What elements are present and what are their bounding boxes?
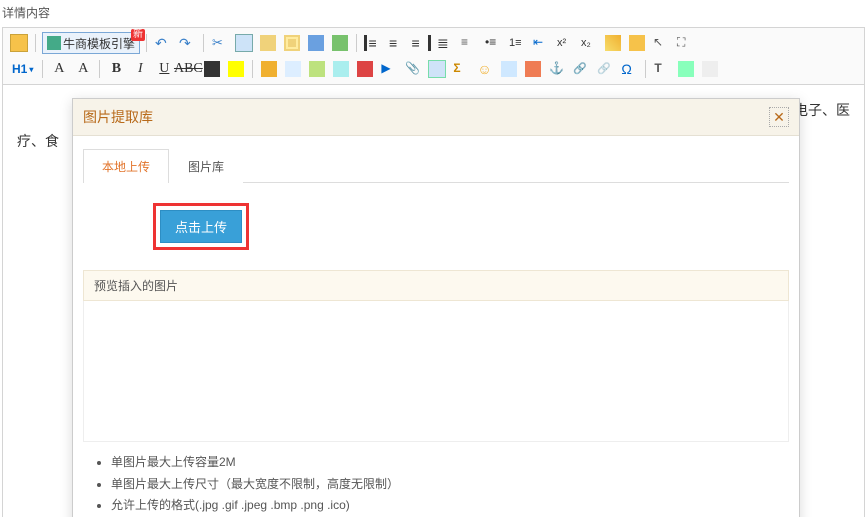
- font-size-icon[interactable]: A: [72, 58, 94, 80]
- template-icon: [47, 36, 61, 50]
- font-color-icon[interactable]: [201, 58, 223, 80]
- align-justify-icon[interactable]: [434, 32, 456, 54]
- cloud2-icon[interactable]: [282, 58, 304, 80]
- image2-icon[interactable]: [306, 58, 328, 80]
- link-icon[interactable]: [570, 58, 592, 80]
- paste-icon[interactable]: [257, 32, 279, 54]
- align-center-icon[interactable]: [386, 32, 408, 54]
- preview-area: [83, 301, 789, 442]
- italic-icon[interactable]: I: [129, 58, 151, 80]
- section-label: 详情内容: [0, 0, 867, 27]
- copy-icon[interactable]: [233, 32, 255, 54]
- ordered-list-icon[interactable]: [506, 32, 528, 54]
- preview-header: 预览插入的图片: [83, 270, 789, 301]
- baidu-map-icon[interactable]: [498, 58, 520, 80]
- upload-button[interactable]: 点击上传: [160, 210, 242, 243]
- align-left-icon[interactable]: [362, 32, 384, 54]
- outdent-icon[interactable]: [530, 32, 552, 54]
- tab-local-upload[interactable]: 本地上传: [83, 149, 169, 183]
- align-right-icon[interactable]: [410, 32, 432, 54]
- fullscreen-icon[interactable]: [674, 32, 696, 54]
- help-icon[interactable]: [699, 58, 721, 80]
- bold-icon[interactable]: B: [105, 58, 127, 80]
- redo-icon[interactable]: [176, 32, 198, 54]
- undo-icon[interactable]: [152, 32, 174, 54]
- unordered-list-icon[interactable]: [482, 32, 504, 54]
- template-label: 牛商模板引擎: [63, 35, 135, 52]
- media-icon[interactable]: [378, 58, 400, 80]
- clear-format-icon[interactable]: [602, 32, 624, 54]
- anchor-icon[interactable]: [546, 58, 568, 80]
- screenshot-icon[interactable]: [675, 58, 697, 80]
- tip-item: 单图片最大上传尺寸（最大宽度不限制，高度无限制）: [111, 474, 785, 496]
- table-icon[interactable]: [426, 58, 448, 80]
- quick-format-icon[interactable]: [626, 32, 648, 54]
- upload-highlight: 点击上传: [153, 203, 249, 250]
- line-height-icon[interactable]: [458, 32, 480, 54]
- cloud-image-icon[interactable]: [258, 58, 280, 80]
- tip-item: 单图片最大上传容量2M: [111, 452, 785, 474]
- tab-image-library[interactable]: 图片库: [169, 149, 243, 183]
- image-library-dialog: 图片提取库 ✕ 本地上传 图片库 点击上传 预览插入的图片 单图片最大上传容量2…: [72, 98, 800, 517]
- strike-icon[interactable]: ABC: [177, 58, 199, 80]
- heading-dropdown[interactable]: H1▾: [8, 58, 37, 80]
- font-family-icon[interactable]: A: [48, 58, 70, 80]
- google-map-icon[interactable]: [522, 58, 544, 80]
- upload-tips: 单图片最大上传容量2M 单图片最大上传尺寸（最大宽度不限制，高度无限制） 允许上…: [83, 442, 789, 517]
- attachment-icon[interactable]: [402, 58, 424, 80]
- emoji-icon[interactable]: [474, 58, 496, 80]
- special-char-icon[interactable]: [618, 58, 640, 80]
- select-all-icon[interactable]: [650, 32, 672, 54]
- paste-text-icon[interactable]: [281, 32, 303, 54]
- back-color-icon[interactable]: [225, 58, 247, 80]
- close-icon[interactable]: ✕: [769, 107, 789, 127]
- template-engine-button[interactable]: 牛商模板引擎 新: [42, 32, 140, 54]
- cut-icon[interactable]: [209, 32, 231, 54]
- superscript-icon[interactable]: [554, 32, 576, 54]
- multi-image-icon[interactable]: [330, 58, 352, 80]
- dialog-tabs: 本地上传 图片库: [83, 148, 789, 183]
- flash-icon[interactable]: [354, 58, 376, 80]
- sum-icon[interactable]: [450, 58, 472, 80]
- insert-image-icon[interactable]: [329, 32, 351, 54]
- tip-item: 允许上传的格式(.jpg .gif .jpeg .bmp .png .ico): [111, 495, 785, 517]
- underline-icon[interactable]: U: [153, 58, 175, 80]
- paste-word-icon[interactable]: [305, 32, 327, 54]
- dialog-title: 图片提取库: [83, 107, 153, 127]
- unlink-icon[interactable]: [594, 58, 616, 80]
- plain-text-icon[interactable]: [651, 58, 673, 80]
- new-badge: 新: [131, 29, 145, 41]
- subscript-icon[interactable]: [578, 32, 600, 54]
- editor-toolbar: 牛商模板引擎 新: [3, 28, 864, 85]
- source-icon[interactable]: [8, 32, 30, 54]
